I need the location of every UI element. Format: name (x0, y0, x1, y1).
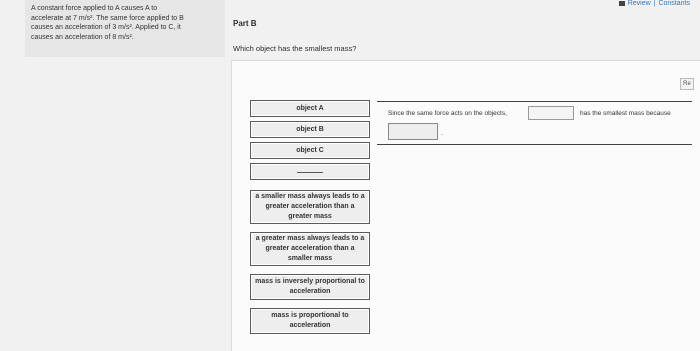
drop-target-reason[interactable] (388, 123, 438, 140)
sentence-text: Since the same force acts on the objects… (388, 110, 507, 117)
separator: | (653, 0, 656, 7)
answer-sentence: Since the same force acts on the objects… (384, 104, 690, 142)
tile-blank[interactable] (250, 163, 370, 180)
part-title: Part B (233, 19, 257, 28)
problem-statement: A constant force applied to A causes A t… (25, 0, 225, 57)
sentence-text: has the smallest mass because (580, 110, 671, 117)
tile-proportional[interactable]: mass is proportional to acceleration (250, 308, 370, 334)
drop-target-object[interactable] (528, 106, 574, 120)
constants-link[interactable]: Constants (658, 0, 690, 7)
review-icon (618, 1, 625, 6)
review-link[interactable]: Review (628, 0, 651, 7)
blank-line (297, 172, 323, 173)
tile-smaller-mass[interactable]: a smaller mass always leads to a greater… (250, 190, 370, 224)
question-text: Which object has the smallest mass? (233, 44, 357, 53)
sentence-end: . (441, 130, 443, 137)
tile-bank: object A object B object C a smaller mas… (250, 100, 370, 342)
problem-line: A constant force applied to A causes A t… (31, 5, 158, 12)
problem-line: causes an acceleration of 8 m/s². (31, 33, 134, 41)
divider (377, 144, 692, 145)
tile-inversely-proportional[interactable]: mass is inversely proportional to accele… (250, 274, 370, 300)
problem-line: causes an acceleration of 3 m/s². Applie… (31, 24, 181, 31)
problem-line: accelerate at 7 m/s². The same force app… (31, 14, 184, 22)
tile-object-c[interactable]: object C (250, 142, 370, 159)
tile-object-a[interactable]: object A (250, 100, 370, 117)
header-links: Review | Constants (618, 0, 690, 7)
divider (377, 101, 692, 102)
reset-button[interactable]: Re (680, 78, 694, 90)
tile-object-b[interactable]: object B (250, 121, 370, 138)
tile-greater-mass[interactable]: a greater mass always leads to a greater… (250, 232, 370, 266)
